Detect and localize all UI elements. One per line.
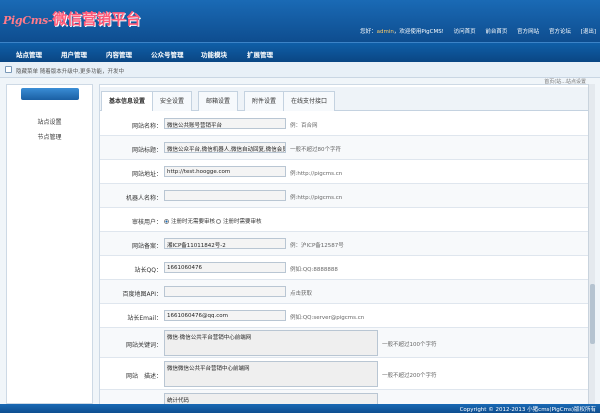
tab-attachments[interactable]: 附件设置 <box>244 91 285 111</box>
robot-name-tip: 例:http://pigcms.cn <box>290 195 343 201</box>
form-row-audit: 审核用户： 注册时无需要审核 注册时需要审核 <box>100 208 594 232</box>
tab-email[interactable]: 邮箱设置 <box>198 91 239 111</box>
site-title-tip: 一般不超过80个字符 <box>290 147 341 153</box>
form-row-qq: 站长QQ： 1661060476 例如:QQ:8888888 <box>100 256 594 280</box>
copyright-text: Copyright © 2012-2013 小猪cms(PigCms)版权所有 <box>459 407 596 413</box>
form-row-site-title: 网站标题： 微信公众平台,微信机器人,微信自动回复,微信会员卡 一般不超过80个… <box>100 136 594 160</box>
email-tip: 例如:QQ:server@pigcms.cn <box>290 315 365 321</box>
description-label: 网站 描述： <box>125 373 162 380</box>
sidebar-header <box>21 88 79 100</box>
email-label: 站长Email： <box>127 315 162 322</box>
qq-input[interactable]: 1661060476 <box>164 262 286 273</box>
top-links: 您好：admin，欢迎使用PigCMS! 访问首页 前台首页 官方网站 官方论坛… <box>360 27 596 35</box>
description-tip: 一般不超过200个字符 <box>382 373 437 379</box>
keywords-label: 网站关键词： <box>125 342 162 349</box>
robot-name-label: 机器人名称： <box>125 195 162 202</box>
site-name-tip: 例：百合网 <box>290 123 318 129</box>
main-nav: 站点管理 用户管理 内容管理 公众号管理 功能模块 扩展管理 <box>0 42 600 62</box>
icp-input[interactable]: 湘ICP备11011842号-2 <box>164 238 286 249</box>
keywords-tip: 一般不超过100个字符 <box>382 342 437 348</box>
tab-security[interactable]: 安全设置 <box>152 91 193 111</box>
main-panel: 基本信息设置 安全设置 邮箱设置 附件设置 在线支付接口 网站名称： 微信公共账… <box>99 84 595 413</box>
form-row-site-url: 网站地址： http://test.hoogge.com 例:http://pi… <box>100 160 594 184</box>
site-name-input[interactable]: 微信公共账号营销平台 <box>164 118 286 129</box>
keywords-textarea[interactable]: 微信·微信公共平台营销中心前端网 <box>164 330 378 356</box>
tab-bar: 基本信息设置 安全设置 邮箱设置 附件设置 在线支付接口 <box>100 87 594 111</box>
radio-unselected-icon <box>216 219 221 224</box>
icp-label: 网站备案： <box>131 243 162 250</box>
audit-label: 审核用户： <box>131 219 162 226</box>
sidebar-item-site-settings[interactable]: 站点设置 <box>7 117 92 126</box>
form-row-description: 网站 描述： 微信微信公共平台营销中心前端网 一般不超过200个字符 <box>100 358 594 390</box>
link-frontend[interactable]: 前台首页 <box>485 29 507 35</box>
site-name-label: 网站名称： <box>131 123 162 130</box>
scrollbar[interactable] <box>588 84 595 404</box>
notice-bar: 隐藏菜单 随着版本升级中,更多功能，开发中 <box>0 62 600 78</box>
site-url-input[interactable]: http://test.hoogge.com <box>164 166 286 177</box>
site-url-tip: 例:http://pigcms.cn <box>290 171 343 177</box>
nav-extensions[interactable]: 扩展管理 <box>247 49 273 59</box>
notice-icon[interactable] <box>5 66 12 73</box>
site-url-label: 网站地址： <box>131 171 162 178</box>
nav-user-manage[interactable]: 用户管理 <box>61 49 87 59</box>
scrollbar-thumb[interactable] <box>590 284 595 344</box>
qq-tip: 例如:QQ:8888888 <box>290 267 338 273</box>
welcome-text: ，欢迎使用PigCMS! <box>393 29 444 35</box>
tab-payment[interactable]: 在线支付接口 <box>283 91 336 111</box>
logout-link[interactable]: [退出] <box>581 29 596 35</box>
footer: Copyright © 2012-2013 小猪cms(PigCms)版权所有 <box>0 404 600 413</box>
sidebar: 站点设置 节点管理 <box>6 84 93 404</box>
form-row-keywords: 网站关键词： 微信·微信公共平台营销中心前端网 一般不超过100个字符 <box>100 328 594 358</box>
sidebar-item-node-manage[interactable]: 节点管理 <box>7 132 92 141</box>
description-textarea[interactable]: 微信微信公共平台营销中心前端网 <box>164 361 378 387</box>
form-row-site-name: 网站名称： 微信公共账号营销平台 例：百合网 <box>100 112 594 136</box>
link-official-site[interactable]: 官方网站 <box>517 29 539 35</box>
nav-content-manage[interactable]: 内容管理 <box>106 49 132 59</box>
header: PigCms-微信营销平台 您好：admin，欢迎使用PigCMS! 访问首页 … <box>0 0 600 42</box>
tab-basic-info[interactable]: 基本信息设置 <box>101 91 154 111</box>
link-visit-home[interactable]: 访问首页 <box>454 29 476 35</box>
robot-name-input[interactable] <box>164 190 286 201</box>
breadcrumb: 首页(站...站点设置 <box>544 79 586 85</box>
icp-tip: 例：沪ICP备12587号 <box>290 243 344 249</box>
nav-site-manage[interactable]: 站点管理 <box>16 49 42 59</box>
notice-text: 隐藏菜单 随着版本升级中,更多功能，开发中 <box>16 69 124 75</box>
site-title-input[interactable]: 微信公众平台,微信机器人,微信自动回复,微信会员卡 <box>164 142 286 153</box>
greeting-label: 您好： <box>360 29 377 35</box>
username: admin <box>376 29 394 35</box>
form-row-baidu-map: 百度地图API： 点击获取 <box>100 280 594 304</box>
baidu-map-label: 百度地图API： <box>122 291 163 298</box>
nav-modules[interactable]: 功能模块 <box>201 49 227 59</box>
baidu-map-link[interactable]: 点击获取 <box>290 289 312 297</box>
form-row-email: 站长Email： 1661060476@qq.com 例如:QQ:server@… <box>100 304 594 328</box>
form-row-robot-name: 机器人名称： 例:http://pigcms.cn <box>100 184 594 208</box>
nav-account-manage[interactable]: 公众号管理 <box>151 49 184 59</box>
form-row-icp: 网站备案： 湘ICP备11011842号-2 例：沪ICP备12587号 <box>100 232 594 256</box>
email-input[interactable]: 1661060476@qq.com <box>164 310 286 321</box>
site-title-label: 网站标题： <box>131 147 162 154</box>
logo: PigCms-微信营销平台 <box>3 10 141 28</box>
audit-radio-no-review[interactable]: 注册时无需要审核 <box>164 217 215 225</box>
link-forum[interactable]: 官方论坛 <box>549 29 571 35</box>
baidu-map-input[interactable] <box>164 286 286 297</box>
qq-label: 站长QQ： <box>134 267 162 274</box>
audit-radio-review[interactable]: 注册时需要审核 <box>216 217 262 225</box>
radio-selected-icon <box>164 219 169 224</box>
